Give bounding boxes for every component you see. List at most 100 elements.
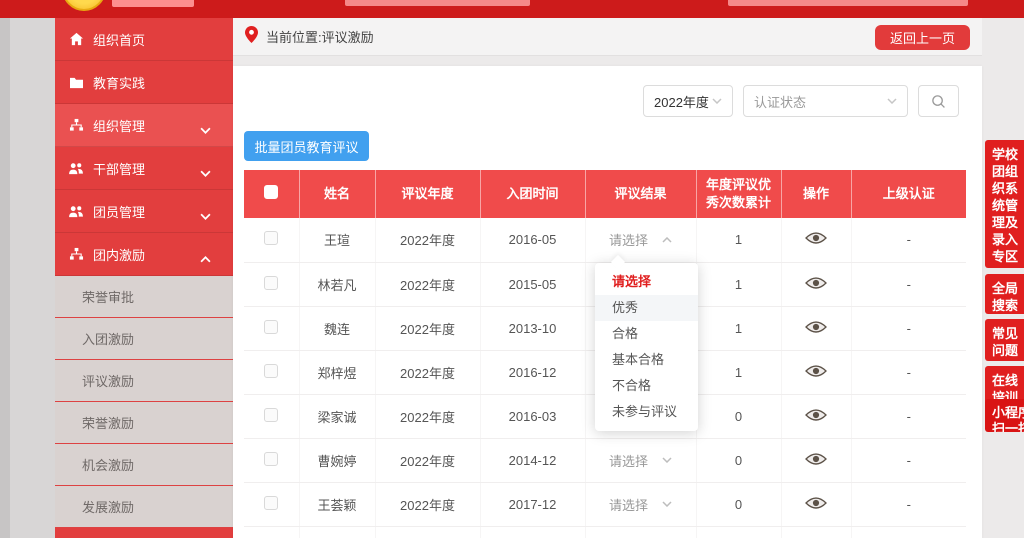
eye-icon[interactable] [805,496,827,510]
result-select[interactable]: 请选择 [609,230,672,249]
row-checkbox[interactable] [264,408,278,422]
subitem-label: 发展激励 [82,497,134,516]
name-cell: 王荟颖 [299,482,375,526]
search-button[interactable] [918,85,959,117]
subitem-label: 荣誉激励 [82,413,134,432]
name-cell: 王瑄 [299,218,375,262]
eye-icon[interactable] [805,408,827,422]
sidebar-item-member-management[interactable]: 团员管理 [55,190,233,233]
cert-cell: - [851,262,966,306]
chevron-down-icon [662,457,672,463]
cert-cell: - [851,482,966,526]
side-tab-label: 全局搜索 [992,280,1020,314]
header-menu-fragment [728,0,968,6]
side-tab-faq[interactable]: 常见问题 [985,319,1024,361]
cert-status-select[interactable]: 认证状态 [743,85,908,117]
side-tab-school-org-system[interactable]: 学校团组织系统管理及录入专区 ⊙ [985,140,1024,268]
row-checkbox[interactable] [264,276,278,290]
sidebar-item-league-incentive[interactable]: 团内激励 [55,233,233,276]
result-cell: 请选择 [585,438,696,482]
eye-icon[interactable] [805,320,827,334]
result-select[interactable]: 请选择 [609,451,672,470]
chevron-up-icon [200,251,211,266]
chevron-up-icon [662,237,672,243]
side-tab-global-search[interactable]: 全局搜索 [985,274,1024,314]
join-date-cell: 2014-12 [480,438,585,482]
chevron-down-icon [200,208,211,223]
row-checkbox[interactable] [264,496,278,510]
select-all-checkbox[interactable] [264,185,278,199]
join-date-cell [480,526,585,538]
back-button[interactable]: 返回上一页 [875,25,970,50]
sidebar-subitem-development-incentive[interactable]: 发展激励 [55,486,233,528]
users-icon [68,203,84,219]
league-emblem-logo [62,0,106,11]
eye-icon[interactable] [805,231,827,245]
sidebar-nav: 组织首页 教育实践 组织管理 干部管理 [55,18,233,538]
dropdown-option-please-select[interactable]: 请选择 [595,269,698,295]
subitem-label: 评议激励 [82,371,134,390]
join-date-cell: 2016-05 [480,218,585,262]
dropdown-option-not-participated[interactable]: 未参与评议 [595,399,698,425]
action-cell [781,262,851,306]
year-cell: 2022年度 [375,394,480,438]
sidebar-item-org-home[interactable]: 组织首页 [55,18,233,61]
name-cell: 魏连 [299,306,375,350]
chevron-down-icon [887,98,897,104]
sidebar-subitem-review-incentive[interactable]: 评议激励 [55,360,233,402]
name-cell: 梁家诚 [299,394,375,438]
dropdown-option-qualified[interactable]: 合格 [595,321,698,347]
sidebar-subitem-honor-approval[interactable]: 荣誉审批 [55,276,233,318]
count-cell: 0 [696,438,781,482]
result-select-value: 请选择 [609,230,648,249]
dropdown-option-excellent[interactable]: 优秀 [595,295,698,321]
name-cell: 曹婉婷 [299,438,375,482]
count-cell: 1 [696,218,781,262]
eye-icon[interactable] [805,276,827,290]
sidebar-next-item-clipped [55,528,233,538]
cert-cell: - [851,350,966,394]
subitem-label: 入团激励 [82,329,134,348]
sidebar-item-cadre-management[interactable]: 干部管理 [55,147,233,190]
row-checkbox[interactable] [264,320,278,334]
col-superior-cert: 上级认证 [851,170,966,218]
table-header-row: 姓名 评议年度 入团时间 评议结果 年度评议优秀次数累计 操作 上级认证 [244,170,966,218]
sidebar-item-org-management[interactable]: 组织管理 [55,104,233,147]
home-icon [68,31,84,47]
dropdown-option-basically-qualified[interactable]: 基本合格 [595,347,698,373]
year-cell: 2022年度 [375,438,480,482]
side-tab-miniprogram-scan[interactable]: 小程序扫一扫 [985,399,1024,432]
count-cell: 1 [696,350,781,394]
year-select[interactable]: 2022年度 [643,85,733,117]
row-checkbox[interactable] [264,364,278,378]
result-select[interactable]: 请选择 [609,495,672,514]
col-review-year: 评议年度 [375,170,480,218]
breadcrumb: 当前位置:评议激励 返回上一页 [233,18,982,56]
col-action: 操作 [781,170,851,218]
sidebar-subitem-join-incentive[interactable]: 入团激励 [55,318,233,360]
sidebar-subitem-honor-incentive[interactable]: 荣誉激励 [55,402,233,444]
result-select-value: 请选择 [609,495,648,514]
folder-icon [68,74,84,90]
side-tab-label: 小程序扫一扫 [992,405,1024,432]
row-checkbox[interactable] [264,231,278,245]
count-cell [696,526,781,538]
eye-icon[interactable] [805,364,827,378]
row-checkbox[interactable] [264,452,278,466]
col-join-date: 入团时间 [480,170,585,218]
table-row: 王荟颖 2022年度 2017-12 请选择 0 [244,482,966,526]
side-tab-label: 学校团组织系统管理及录入专区 [992,146,1020,265]
eye-icon[interactable] [805,452,827,466]
year-cell: 2022年度 [375,350,480,394]
name-cell: 郑梓煜 [299,350,375,394]
batch-review-button[interactable]: 批量团员教育评议 [244,131,369,161]
year-select-value: 2022年度 [654,92,709,111]
org-chart-icon [68,246,84,262]
sidebar-subitem-opportunity-incentive[interactable]: 机会激励 [55,444,233,486]
col-review-result: 评议结果 [585,170,696,218]
sidebar-item-education-practice[interactable]: 教育实践 [55,61,233,104]
chevron-down-icon [200,165,211,180]
dropdown-option-unqualified[interactable]: 不合格 [595,373,698,399]
action-cell [781,218,851,262]
name-cell [299,526,375,538]
